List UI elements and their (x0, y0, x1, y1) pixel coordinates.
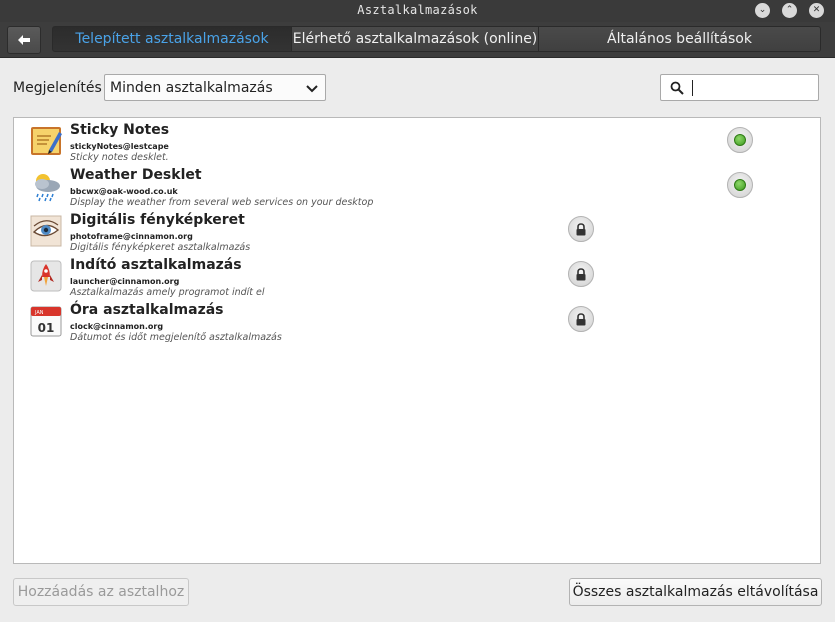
filter-dropdown[interactable]: Minden asztalkalmazás (104, 74, 326, 101)
desklet-description: Sticky notes desklet. (70, 152, 169, 163)
weather-icon (35, 174, 60, 202)
lock-icon (568, 216, 594, 242)
text-cursor (692, 80, 693, 96)
remove-all-button[interactable]: Összes asztalkalmazás eltávolítása (569, 578, 822, 606)
calendar-month-text: JAN (34, 310, 44, 316)
list-item[interactable]: Indító asztalkalmazás launcher@cinnamon.… (14, 253, 820, 298)
filter-label: Megjelenítés (13, 80, 102, 96)
desklet-uuid: launcher@cinnamon.org (70, 277, 180, 286)
desklet-name: Sticky Notes (70, 122, 170, 138)
desklet-description: Display the weather from several web ser… (70, 197, 374, 208)
photo-frame-icon (30, 215, 62, 247)
chevron-down-icon (306, 85, 318, 93)
sticky-notes-icon (31, 127, 62, 155)
desklet-description: Dátumot és időt megjelenítő asztalkalmaz… (70, 332, 282, 343)
tab-installed[interactable]: Telepített asztalkalmazások (52, 26, 292, 52)
back-arrow-icon (18, 35, 30, 45)
close-button[interactable]: ✕ (809, 3, 824, 18)
filter-dropdown-value: Minden asztalkalmazás (110, 80, 273, 96)
list-item[interactable]: Digitális fényképkeret photoframe@cinnam… (14, 208, 820, 253)
list-item[interactable]: JAN 01 Óra asztalkalmazás clock@cinnamon… (14, 298, 820, 343)
lock-icon (568, 306, 594, 332)
title-bar: Asztalkalmazások ⌄ ⌃ ✕ (0, 0, 835, 22)
search-icon (670, 81, 684, 95)
tab-general-settings[interactable]: Általános beállítások (538, 26, 821, 52)
desklet-name: Weather Desklet (70, 167, 202, 183)
calendar-clock-icon: JAN 01 (30, 306, 62, 337)
tab-available-online[interactable]: Elérhető asztalkalmazások (online) (291, 26, 539, 52)
desklet-name: Óra asztalkalmazás (70, 302, 224, 318)
desklet-description: Digitális fényképkeret asztalkalmazás (70, 242, 251, 253)
minimize-button[interactable]: ⌄ (755, 3, 770, 18)
lock-icon (568, 261, 594, 287)
add-to-desktop-button[interactable]: Hozzáadás az asztalhoz (13, 578, 189, 606)
toolbar: Telepített asztalkalmazások Elérhető asz… (0, 22, 835, 58)
launcher-icon (30, 260, 62, 292)
desklet-description: Asztalkalmazás amely programot indít el (70, 287, 265, 298)
maximize-button[interactable]: ⌃ (782, 3, 797, 18)
calendar-day-text: 01 (38, 321, 55, 335)
list-item[interactable]: Sticky Notes stickyNotes@lestcape Sticky… (14, 118, 820, 163)
desklet-uuid: clock@cinnamon.org (70, 322, 164, 331)
desklet-name: Indító asztalkalmazás (70, 257, 242, 273)
desklet-uuid: photoframe@cinnamon.org (70, 232, 193, 241)
search-input[interactable] (660, 74, 819, 101)
desklet-name: Digitális fényképkeret (70, 212, 245, 228)
tab-bar: Telepített asztalkalmazások Elérhető asz… (52, 26, 821, 52)
enabled-status-icon (727, 127, 753, 153)
desklet-uuid: stickyNotes@lestcape (70, 142, 169, 151)
desklet-list: Sticky Notes stickyNotes@lestcape Sticky… (13, 117, 821, 564)
window-title: Asztalkalmazások (357, 3, 478, 17)
desklet-uuid: bbcwx@oak-wood.co.uk (70, 187, 178, 196)
enabled-status-icon (727, 172, 753, 198)
list-item[interactable]: Weather Desklet bbcwx@oak-wood.co.uk Dis… (14, 163, 820, 208)
back-button[interactable] (7, 26, 41, 54)
